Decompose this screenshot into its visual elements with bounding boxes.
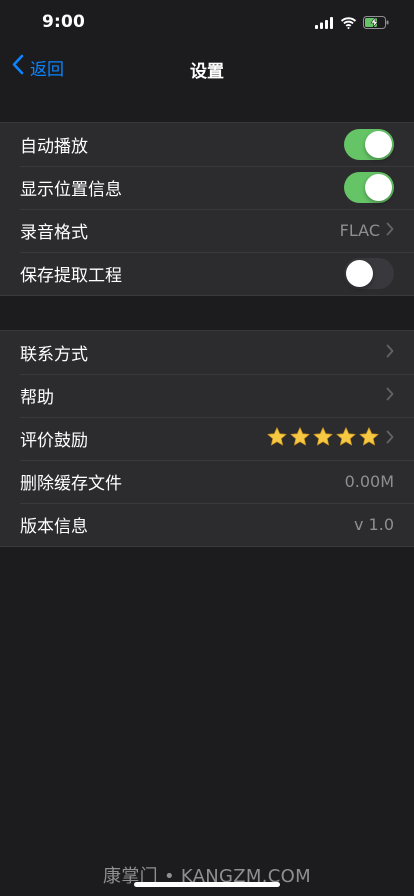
list-item-clear-cache[interactable]: 删除缓存文件 0.00M: [0, 460, 414, 503]
row-label: 自动播放: [20, 137, 88, 157]
row-label: 版本信息: [20, 517, 88, 537]
star-icon: [335, 426, 357, 452]
list-item-contact[interactable]: 联系方式: [0, 331, 414, 374]
list-item-help[interactable]: 帮助: [0, 374, 414, 417]
chevron-right-icon: [386, 221, 394, 240]
status-icons: [315, 14, 390, 33]
star-icon: [312, 426, 334, 452]
list-item-autoplay: 自动播放: [0, 123, 414, 166]
version-value: v 1.0: [354, 515, 394, 534]
show-location-toggle[interactable]: [344, 172, 394, 203]
chevron-right-icon: [386, 343, 394, 362]
battery-charging-icon: [363, 14, 390, 33]
row-label: 显示位置信息: [20, 180, 122, 200]
row-label: 保存提取工程: [20, 266, 122, 286]
settings-group-playback: 自动播放 显示位置信息 录音格式 FLAC 保存提取工程: [0, 122, 414, 296]
cache-size-value: 0.00M: [344, 472, 394, 491]
star-icon: [266, 426, 288, 452]
home-indicator[interactable]: [134, 882, 280, 887]
row-label: 帮助: [20, 388, 54, 408]
status-bar: 9:00: [0, 0, 414, 44]
row-label: 删除缓存文件: [20, 474, 122, 494]
nav-bar: 返回 设置: [0, 44, 414, 90]
toggle-knob: [365, 131, 392, 158]
recording-format-value: FLAC: [339, 221, 380, 240]
settings-group-about: 联系方式 帮助 评价鼓励 删除缓存文件 0.00M 版本信息 v 1.0: [0, 330, 414, 547]
row-label: 评价鼓励: [20, 431, 88, 451]
wifi-icon: [340, 14, 357, 33]
star-icon: [289, 426, 311, 452]
save-project-toggle[interactable]: [344, 258, 394, 289]
toggle-knob: [365, 174, 392, 201]
star-icon: [358, 426, 380, 452]
chevron-right-icon: [386, 429, 394, 448]
list-item-rate[interactable]: 评价鼓励: [0, 417, 414, 460]
page-title: 设置: [190, 62, 224, 82]
chevron-right-icon: [386, 386, 394, 405]
autoplay-toggle[interactable]: [344, 129, 394, 160]
star-rating: [266, 426, 380, 452]
list-item-show-location: 显示位置信息: [0, 166, 414, 209]
list-item-recording-format[interactable]: 录音格式 FLAC: [0, 209, 414, 252]
row-label: 联系方式: [20, 345, 88, 365]
cellular-signal-icon: [315, 14, 334, 33]
list-item-version: 版本信息 v 1.0: [0, 503, 414, 546]
status-time: 9:00: [42, 12, 86, 32]
settings-screen: 9:00 返回 设置 自动播放 显示位置信息 录音格式 FLAC 保存提取工程 …: [0, 0, 414, 896]
row-label: 录音格式: [20, 223, 88, 243]
toggle-knob: [346, 260, 373, 287]
list-item-save-project: 保存提取工程: [0, 252, 414, 295]
